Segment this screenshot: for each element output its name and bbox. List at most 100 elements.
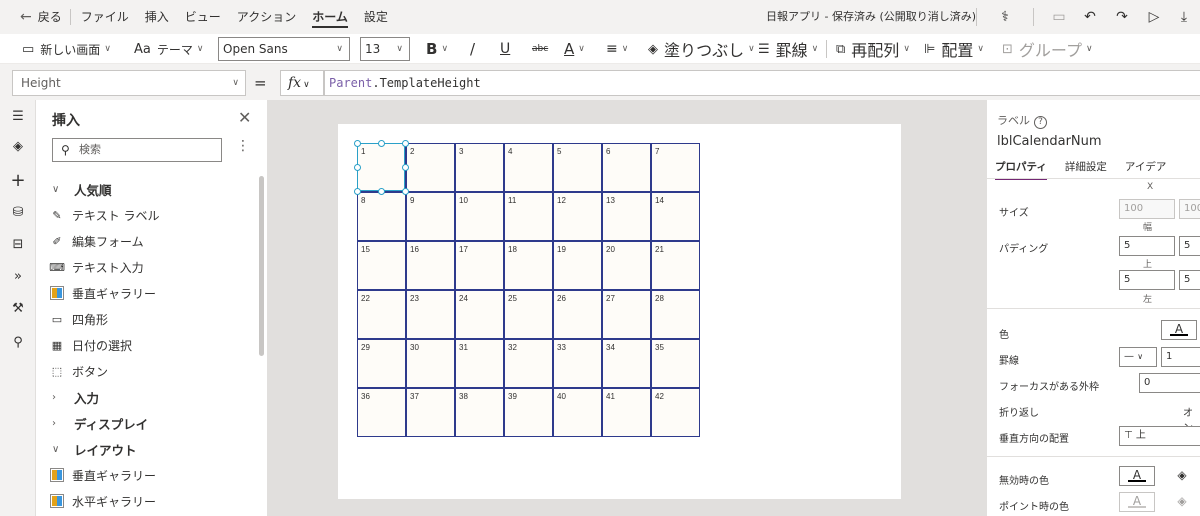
calendar-day-cell[interactable]: 28 [651, 290, 700, 339]
insert-item[interactable]: ⬚ ボタン [36, 358, 258, 384]
redo-icon[interactable]: ↷ [1110, 6, 1134, 28]
disabled-color-button[interactable]: A [1119, 466, 1155, 486]
resize-handle[interactable] [354, 164, 361, 171]
calendar-day-cell[interactable]: 19 [553, 241, 602, 290]
calendar-day-cell[interactable]: 26 [553, 290, 602, 339]
menu-file[interactable]: ファイル [73, 0, 137, 34]
selection-box[interactable] [357, 143, 405, 191]
insert-item[interactable]: 水平ギャラリー [36, 488, 258, 514]
hover-fill-button[interactable]: ◈ [1163, 492, 1200, 512]
underline-button[interactable]: U [500, 38, 510, 60]
fill-button[interactable]: ◈ 塗りつぶし ∨ [648, 38, 755, 60]
search-input[interactable]: ⚲ 検索 [52, 138, 222, 162]
insert-item[interactable]: ▦ 日付の選択 [36, 332, 258, 358]
calendar-day-cell[interactable]: 13 [602, 192, 651, 241]
fx-button[interactable]: fx ∨ [280, 70, 324, 96]
padding-right-input[interactable]: 5 [1179, 236, 1200, 256]
calendar-day-cell[interactable]: 39 [504, 388, 553, 437]
calendar-day-cell[interactable]: 11 [504, 192, 553, 241]
resize-handle[interactable] [354, 188, 361, 195]
calendar-day-cell[interactable]: 30 [406, 339, 455, 388]
bold-button[interactable]: B ∨ [426, 38, 448, 60]
calendar-day-cell[interactable]: 9 [406, 192, 455, 241]
calendar-day-cell[interactable]: 7 [651, 143, 700, 192]
tab-advanced[interactable]: 詳細設定 [1065, 159, 1107, 180]
play-icon[interactable]: ▷ [1142, 6, 1166, 28]
calendar-day-cell[interactable]: 33 [553, 339, 602, 388]
media-icon[interactable]: ⊟ [0, 234, 36, 256]
insert-item[interactable]: ✐ 編集フォーム [36, 228, 258, 254]
calendar-day-cell[interactable]: 4 [504, 143, 553, 192]
tab-properties[interactable]: プロパティ [995, 159, 1047, 180]
text-align-button[interactable]: ≡ ∨ [606, 38, 628, 60]
back-button[interactable]: ← 戻る [0, 0, 68, 34]
calendar-day-cell[interactable]: 8 [357, 192, 406, 241]
border-style-dropdown[interactable]: — ∨ [1119, 347, 1157, 367]
resize-handle[interactable] [378, 188, 385, 195]
calendar-day-cell[interactable]: 2 [406, 143, 455, 192]
calendar-day-cell[interactable]: 41 [602, 388, 651, 437]
calendar-day-cell[interactable]: 25 [504, 290, 553, 339]
insert-item[interactable]: 垂直ギャラリー [36, 462, 258, 488]
menu-view[interactable]: ビュー [177, 0, 229, 34]
font-color-button[interactable]: A ∨ [564, 38, 585, 60]
category-header[interactable]: ∨ レイアウト [36, 436, 258, 462]
calendar-day-cell[interactable]: 20 [602, 241, 651, 290]
resize-handle[interactable] [402, 140, 409, 147]
calendar-day-cell[interactable]: 3 [455, 143, 504, 192]
padding-bottom-input[interactable]: 5 [1179, 270, 1200, 290]
calendar-day-cell[interactable]: 34 [602, 339, 651, 388]
calendar-day-cell[interactable]: 6 [602, 143, 651, 192]
calendar-day-cell[interactable]: 37 [406, 388, 455, 437]
insert-plus-icon[interactable]: + [0, 170, 36, 192]
calendar-day-cell[interactable]: 40 [553, 388, 602, 437]
calendar-day-cell[interactable]: 17 [455, 241, 504, 290]
insert-item[interactable]: 垂直ギャラリー [36, 280, 258, 306]
align-button[interactable]: ⊫ 配置 ∨ [924, 38, 984, 60]
data-icon[interactable]: ⛁ [0, 202, 36, 224]
strikethrough-button[interactable]: abc [532, 38, 548, 60]
calendar-day-cell[interactable]: 23 [406, 290, 455, 339]
italic-button[interactable]: / [470, 38, 475, 60]
color-picker-button[interactable]: A [1161, 320, 1197, 340]
font-size-dropdown[interactable]: 13 ∨ [360, 37, 410, 61]
new-screen-button[interactable]: ▭ 新しい画面 ∨ [22, 38, 111, 60]
insert-item[interactable]: ▭ 四角形 [36, 306, 258, 332]
padding-top-input[interactable]: 5 [1119, 236, 1175, 256]
comment-icon[interactable]: ▭ [1047, 6, 1071, 28]
reorder-button[interactable]: ⧉ 再配列 ∨ [836, 38, 910, 60]
category-header[interactable]: › 入力 [36, 384, 258, 410]
menu-insert[interactable]: 挿入 [137, 0, 177, 34]
menu-action[interactable]: アクション [229, 0, 304, 34]
border-button[interactable]: ☰ 罫線 ∨ [758, 38, 818, 60]
vertical-align-dropdown[interactable]: ⊤ 上 [1119, 426, 1200, 446]
calendar-day-cell[interactable]: 10 [455, 192, 504, 241]
property-dropdown[interactable]: Height ∨ [12, 70, 246, 96]
calendar-day-cell[interactable]: 42 [651, 388, 700, 437]
power-automate-icon[interactable]: » [0, 266, 36, 288]
border-width-input[interactable]: 1 [1161, 347, 1200, 367]
width-input[interactable]: 100 [1119, 199, 1175, 219]
disabled-fill-button[interactable]: ◈ [1163, 466, 1200, 486]
help-icon[interactable]: ? [1034, 116, 1047, 129]
calendar-day-cell[interactable]: 38 [455, 388, 504, 437]
calendar-day-cell[interactable]: 5 [553, 143, 602, 192]
search-icon[interactable]: ⚲ [0, 332, 36, 354]
insert-item[interactable]: ⌨ テキスト入力 [36, 254, 258, 280]
resize-handle[interactable] [378, 140, 385, 147]
calendar-day-cell[interactable]: 16 [406, 241, 455, 290]
calendar-day-cell[interactable]: 36 [357, 388, 406, 437]
scrollbar[interactable] [259, 176, 264, 356]
hamburger-menu-icon[interactable]: ☰ [0, 106, 36, 128]
calendar-day-cell[interactable]: 27 [602, 290, 651, 339]
download-icon[interactable]: ⤓ [1172, 6, 1196, 28]
theme-button[interactable]: Aa テーマ ∨ [134, 38, 203, 60]
close-icon[interactable]: ✕ [238, 108, 251, 127]
calendar-day-cell[interactable]: 14 [651, 192, 700, 241]
resize-handle[interactable] [402, 188, 409, 195]
resize-handle[interactable] [354, 140, 361, 147]
category-header[interactable]: ∨ 人気順 [36, 176, 258, 202]
calendar-day-cell[interactable]: 35 [651, 339, 700, 388]
calendar-day-cell[interactable]: 29 [357, 339, 406, 388]
hover-color-button[interactable]: A [1119, 492, 1155, 512]
